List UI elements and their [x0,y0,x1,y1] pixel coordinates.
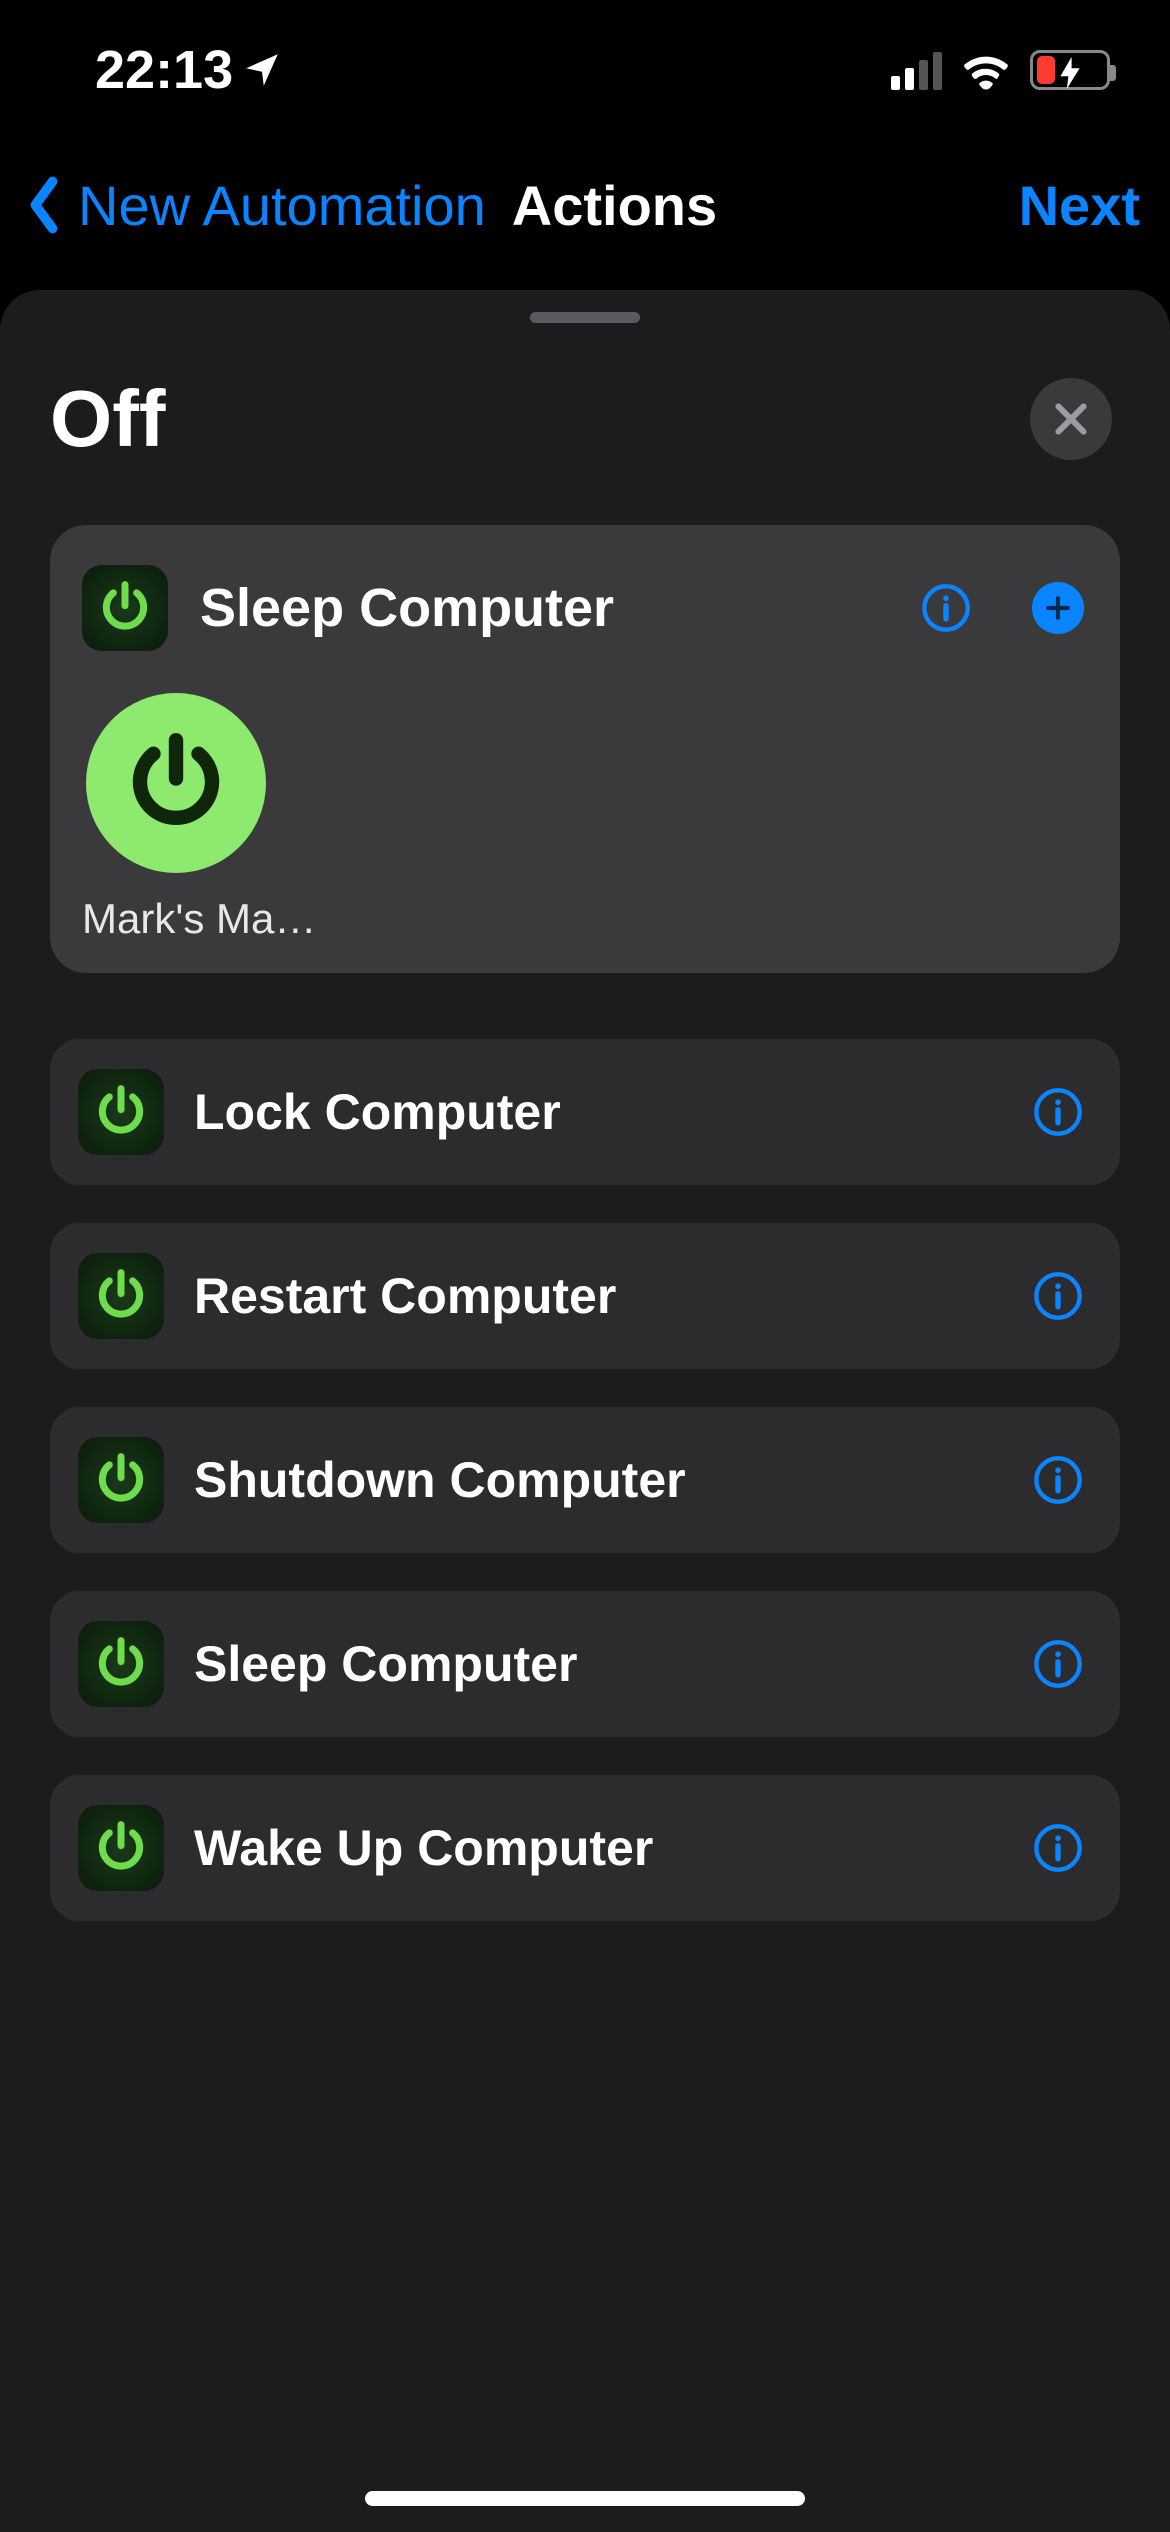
action-label: Lock Computer [194,1083,1002,1141]
action-label: Restart Computer [194,1267,1002,1325]
info-icon[interactable] [920,582,972,634]
wifi-icon [960,50,1012,90]
status-right [891,50,1110,90]
action-label: Wake Up Computer [194,1819,1002,1877]
status-time: 22:13 [95,39,233,101]
power-icon [78,1253,164,1339]
device-label: Mark's Mac... [82,895,322,943]
close-button[interactable] [1030,378,1112,460]
status-left: 22:13 [95,39,283,101]
add-button[interactable] [1032,582,1084,634]
action-row-restart-computer[interactable]: Restart Computer [50,1223,1120,1369]
sheet: Off Sleep Computer [0,290,1170,2532]
selected-action-title: Sleep Computer [200,577,888,639]
home-indicator[interactable] [365,2491,805,2506]
back-chevron-icon[interactable] [18,175,70,235]
power-icon [78,1437,164,1523]
sheet-content: Sleep Computer [0,525,1170,1921]
info-icon[interactable] [1032,1638,1084,1690]
selected-action-header: Sleep Computer [82,565,1084,651]
nav-left: New Automation Actions [18,173,717,238]
sheet-grabber[interactable] [530,312,640,323]
info-icon[interactable] [1032,1086,1084,1138]
nav-bar: New Automation Actions Next [0,120,1170,290]
action-row-lock-computer[interactable]: Lock Computer [50,1039,1120,1185]
action-row-wake-up-computer[interactable]: Wake Up Computer [50,1775,1120,1921]
info-icon[interactable] [1032,1454,1084,1506]
location-icon [241,49,283,91]
charging-icon [1055,57,1085,89]
action-row-shutdown-computer[interactable]: Shutdown Computer [50,1407,1120,1553]
info-icon[interactable] [1032,1822,1084,1874]
back-button[interactable]: New Automation [78,173,486,238]
nav-title: Actions [512,173,717,238]
action-row-sleep-computer[interactable]: Sleep Computer [50,1591,1120,1737]
info-icon[interactable] [1032,1270,1084,1322]
sheet-header: Off [0,373,1170,465]
power-icon [78,1805,164,1891]
status-bar: 22:13 [0,0,1170,120]
close-icon [1053,401,1089,437]
power-icon [78,1621,164,1707]
power-icon [78,1069,164,1155]
device-item[interactable]: Mark's Mac... [82,693,1084,943]
sheet-title: Off [50,373,166,465]
action-label: Sleep Computer [194,1635,1002,1693]
action-label: Shutdown Computer [194,1451,1002,1509]
next-button[interactable]: Next [1019,173,1140,238]
plus-icon [1044,594,1072,622]
battery-icon [1030,50,1110,90]
device-power-icon [86,693,266,873]
cellular-icon [891,50,942,90]
power-icon [82,565,168,651]
selected-action-card[interactable]: Sleep Computer [50,525,1120,973]
